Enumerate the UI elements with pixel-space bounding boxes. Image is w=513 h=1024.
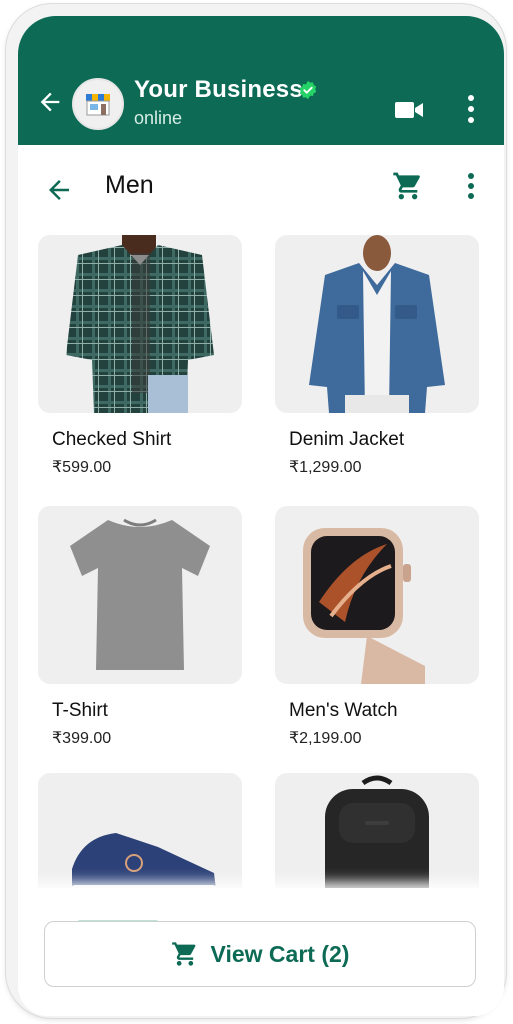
cart-icon[interactable]: [392, 170, 424, 202]
cart-icon: [171, 942, 195, 966]
view-cart-label: View Cart (2): [210, 940, 350, 967]
more-vert-icon[interactable]: [464, 92, 478, 126]
denim-jacket-image: [309, 235, 445, 413]
back-arrow-icon[interactable]: [36, 88, 64, 116]
store-avatar-icon: [86, 94, 110, 116]
verified-badge-icon: [299, 80, 317, 100]
more-vert-icon[interactable]: [464, 170, 478, 202]
catalog-title: Men: [105, 171, 154, 199]
product-price: ₹599.00: [52, 459, 112, 476]
product-price: ₹2,199.00: [289, 730, 362, 747]
product-card[interactable]: Denim Jacket ₹1,299.00: [275, 235, 479, 476]
product-card[interactable]: Checked Shirt ₹599.00: [38, 235, 242, 476]
product-price: ₹399.00: [52, 730, 112, 747]
product-image[interactable]: [275, 235, 479, 413]
product-name: T-Shirt: [52, 700, 108, 721]
screen: Your Business online Men Checked Shirt ₹…: [18, 16, 504, 1016]
presence-status: online: [134, 108, 183, 128]
chat-header: Your Business online: [18, 16, 504, 145]
business-name[interactable]: Your Business: [134, 76, 303, 104]
view-cart-button[interactable]: View Cart (2): [44, 921, 476, 987]
phone-frame: Your Business online Men Checked Shirt ₹…: [6, 4, 506, 1018]
product-price: ₹1,299.00: [289, 459, 362, 476]
product-image[interactable]: [38, 506, 242, 684]
product-name: Denim Jacket: [289, 429, 405, 450]
product-image[interactable]: [38, 235, 242, 413]
product-name: Men's Watch: [289, 700, 398, 721]
product-card[interactable]: T-Shirt ₹399.00: [38, 506, 242, 747]
video-call-icon[interactable]: [393, 98, 425, 122]
checked-shirt-image: [66, 235, 214, 413]
product-image[interactable]: [275, 506, 479, 684]
avatar[interactable]: [72, 78, 124, 130]
back-arrow-icon[interactable]: [44, 175, 74, 205]
watch-image: [303, 528, 425, 684]
product-card[interactable]: Men's Watch ₹2,199.00: [275, 506, 479, 747]
product-name: Checked Shirt: [52, 429, 172, 450]
t-shirt-image: [70, 518, 210, 670]
catalog-header: Men: [18, 145, 504, 235]
